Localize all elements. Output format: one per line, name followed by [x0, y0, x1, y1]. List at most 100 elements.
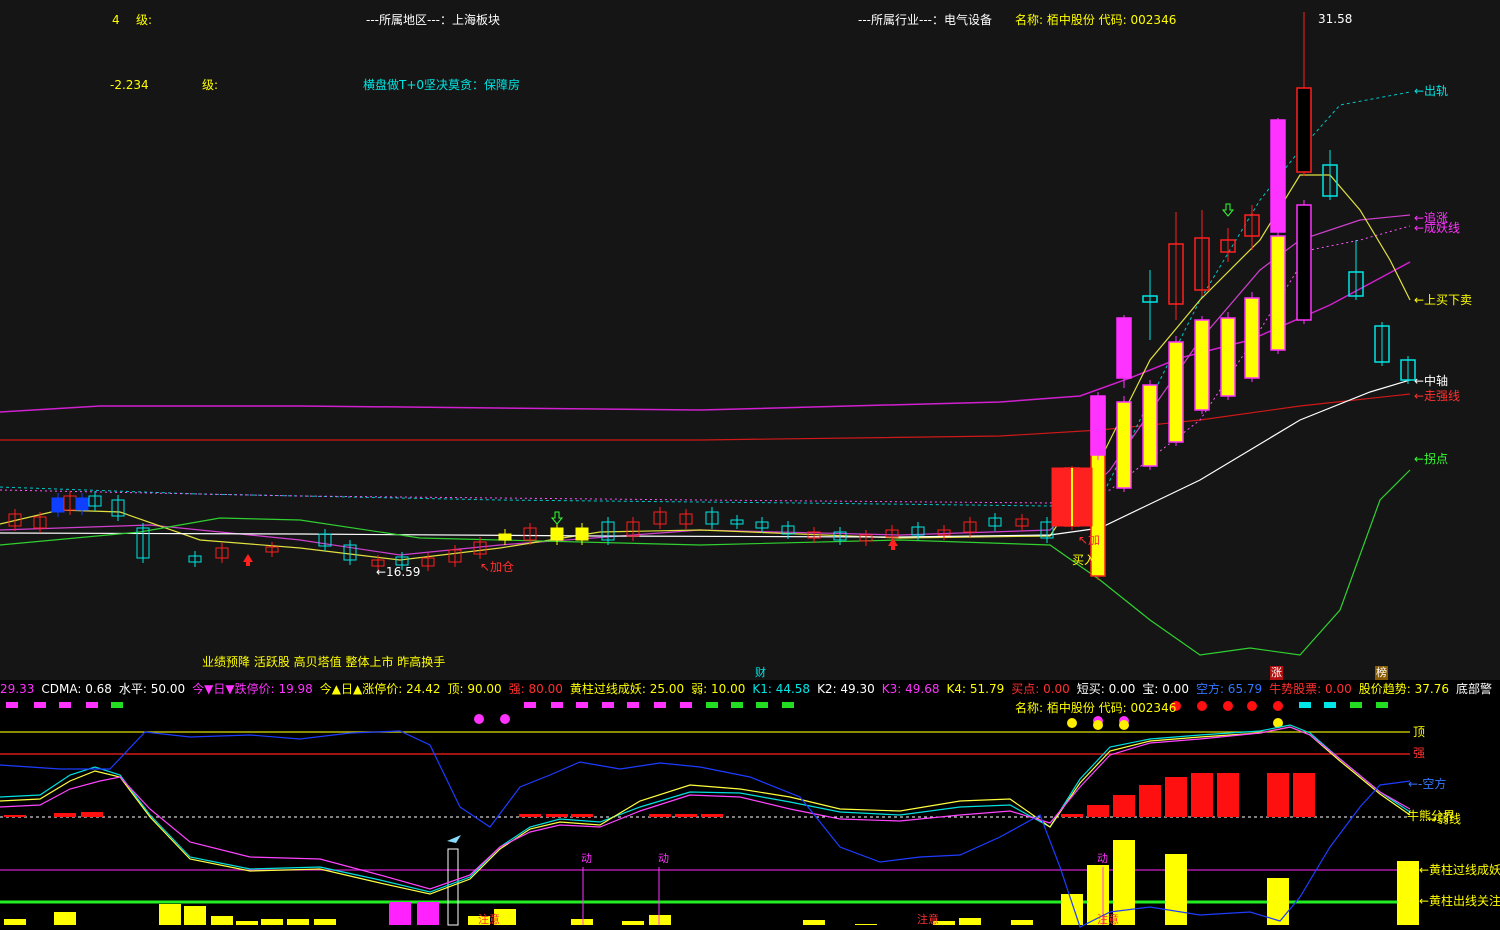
indicator-item: K2: 49.30 [817, 682, 875, 696]
rank-marker[interactable]: 榜 [1375, 666, 1388, 680]
yellow-bar [1397, 861, 1419, 925]
region-label: ---所属地区---：上海板块 [366, 13, 500, 27]
candlestick-chart[interactable] [0, 0, 1500, 680]
yellow-bar [803, 920, 825, 925]
indicator-item: 底部警 [1455, 682, 1492, 696]
legend-out-track: ←出轨 [1414, 84, 1449, 98]
indicator-item: 水平: 50.00 [118, 682, 186, 696]
signal-square [602, 702, 614, 708]
legend-demon-line: ←成妖线 [1414, 221, 1461, 235]
signal-square [524, 702, 536, 708]
move-marker: 动 [1097, 852, 1108, 865]
candle-body [1168, 341, 1184, 443]
indicator-item: 弱: 10.00 [691, 682, 746, 696]
candle-body [75, 497, 89, 511]
candle-body [1220, 317, 1236, 397]
indicator-item: 空方: 65.79 [1195, 682, 1263, 696]
indicator-item: 顶: 90.00 [447, 682, 502, 696]
sub-indicator-panel[interactable]: 名称: 栢中股份 代码: 002346 顶 强 ←-空方 牛熊分界 →弱线 ←黄… [0, 697, 1500, 930]
turn-point-line [0, 469, 1411, 656]
level-label-2: 级: [202, 78, 219, 92]
yellow-demon-label: ←黄柱过线成妖 [1419, 863, 1500, 877]
indicator-item: 牛势股票: 0.00 [1269, 682, 1352, 696]
candle-body [498, 533, 512, 541]
down-arrow-icon [550, 511, 564, 525]
indicator-item: K3: 49.68 [881, 682, 940, 696]
indicator-item: 宝: 0.00 [1142, 682, 1189, 696]
out-track-line [0, 91, 1411, 507]
indicator-value: -2.234 [110, 78, 149, 92]
legend-turn-point: ←拐点 [1414, 452, 1449, 466]
sub-stock-name-code: 名称: 栢中股份 代码: 002346 [1015, 701, 1177, 715]
signal-square [706, 702, 718, 708]
level-value: 4 [112, 13, 120, 27]
signal-square [86, 702, 98, 708]
red-bar [701, 814, 723, 817]
yellow-bar [1011, 920, 1033, 925]
candle-body [1296, 87, 1312, 173]
yellow-bar [54, 912, 76, 925]
signal-square [576, 702, 588, 708]
candle-body [1116, 317, 1132, 379]
indicator-item: 29.33 [0, 682, 35, 696]
red-bar [1087, 805, 1109, 817]
stock-tags: 业绩预降 活跃股 高贝塔值 整体上市 昨高换手 [202, 655, 446, 669]
indicator-item: 股价趋势: 37.76 [1358, 682, 1449, 696]
candle-body [550, 527, 564, 541]
red-bar [675, 814, 697, 817]
add-position-signal-2: ↖加 [1078, 533, 1101, 547]
indicator-item: K1: 44.58 [752, 682, 811, 696]
red-bar [1217, 773, 1239, 817]
candle-body [1270, 119, 1286, 233]
oscillator-chart[interactable] [0, 697, 1500, 930]
stock-name-code: 名称: 栢中股份 代码: 002346 [1015, 13, 1177, 27]
add-position-signal: ↖加仓 [480, 560, 515, 574]
signal-dot [500, 714, 510, 724]
limit-up-marker[interactable]: 涨 [1270, 666, 1283, 680]
yellow-bar [159, 904, 181, 925]
yellow-bar [571, 919, 593, 925]
red-bar [54, 813, 76, 817]
indicator-item: K4: 51.79 [946, 682, 1005, 696]
magenta-bar [417, 902, 439, 925]
indicator-value-bar: 29.33 CDMA: 0.68 水平: 50.00 今▼日▼跌停价: 19.98 今▲… [0, 681, 1500, 697]
red-bar [81, 812, 103, 817]
indicator-item: 黄柱过线成妖: 25.00 [569, 682, 685, 696]
red-bar [1061, 814, 1083, 817]
level-label: 级: [136, 13, 153, 27]
industry-label: ---所属行业---：电气设备 [858, 13, 992, 27]
signal-square [59, 702, 71, 708]
red-bar [4, 815, 26, 817]
red-bar [519, 814, 541, 817]
main-chart-panel[interactable]: 4 级: ---所属地区---：上海板块 ---所属行业---：电气设备 名称:… [0, 0, 1500, 680]
red-dot [1273, 701, 1283, 711]
indicator-item: 强: 80.00 [508, 682, 563, 696]
down-arrow-icon [1221, 203, 1235, 217]
red-bar [1293, 773, 1315, 817]
yellow-bar [1165, 854, 1187, 925]
signal-square [6, 702, 18, 708]
short-side-line [0, 730, 1411, 928]
indicator-item: 今▼日▼跌停价: 19.98 [192, 682, 313, 696]
candle-body [1296, 204, 1312, 321]
signal-dot [474, 714, 484, 724]
move-marker: 动 [581, 852, 592, 865]
candle-body [1090, 395, 1106, 456]
indicator-item: 今▲日▲涨停价: 24.42 [319, 682, 441, 696]
signal-square [654, 702, 666, 708]
signal-square [111, 702, 123, 708]
red-bar [1165, 777, 1187, 817]
candle-body [1116, 401, 1132, 489]
move-marker: 动 [658, 852, 669, 865]
signal-dot [1067, 718, 1077, 728]
signal-square [551, 702, 563, 708]
top-level-label: 顶 [1413, 725, 1426, 739]
candle-body [1244, 297, 1260, 379]
indicator-item: 短买: 0.00 [1076, 682, 1136, 696]
finance-marker[interactable]: 财 [755, 666, 766, 680]
yellow-bar [855, 924, 877, 925]
red-dot [1197, 701, 1207, 711]
price-low-label: ←16.59 [376, 565, 421, 579]
short-side-label: ←-空方 [1408, 777, 1447, 791]
red-bar [1139, 785, 1161, 817]
